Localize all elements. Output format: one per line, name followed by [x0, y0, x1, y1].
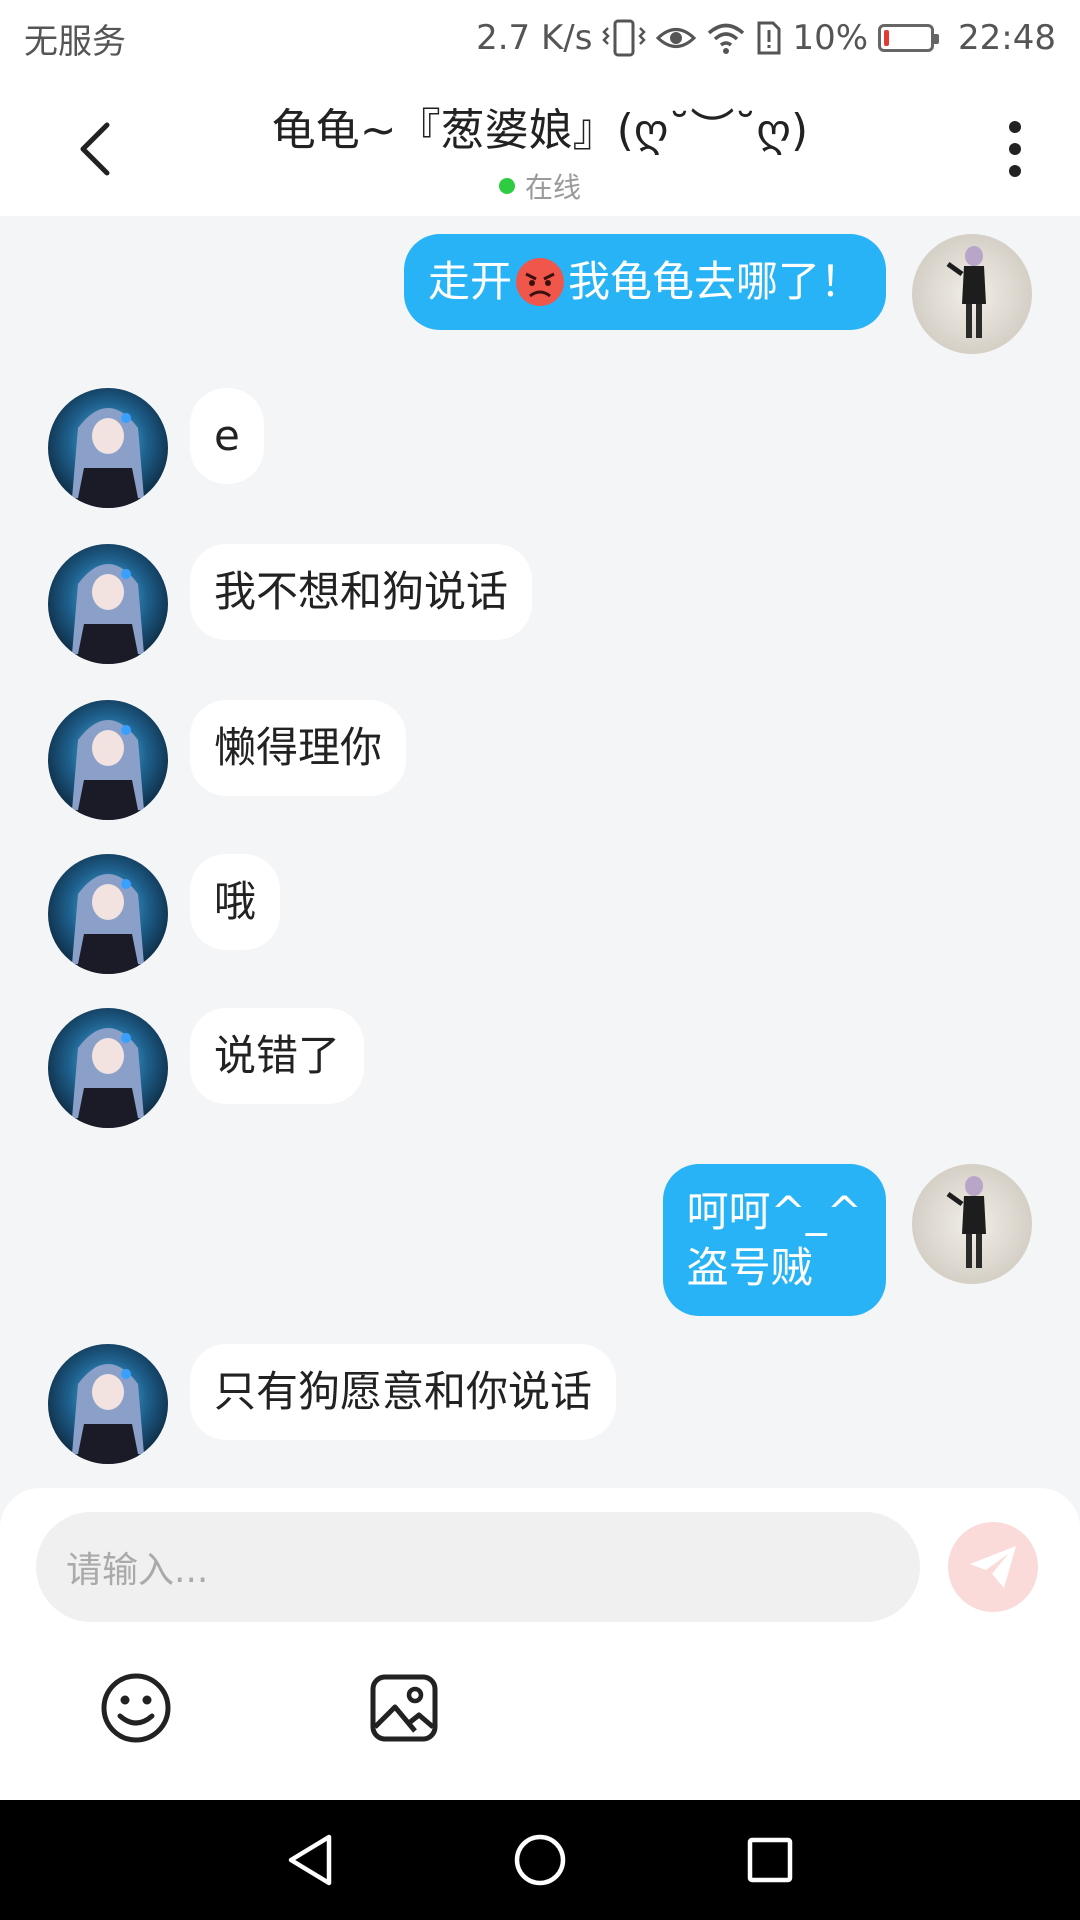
message-bubble[interactable]: 说错了 — [190, 1008, 365, 1104]
message-bubble[interactable]: 哦 — [190, 854, 281, 950]
message-outgoing[interactable]: 走开 我龟龟去哪了！ — [403, 234, 1032, 354]
wifi-icon — [706, 21, 746, 55]
message-incoming[interactable]: 懒得理你 — [48, 700, 407, 820]
message-bubble[interactable]: 我不想和狗说话 — [190, 544, 533, 640]
avatar[interactable] — [48, 1008, 168, 1128]
battery-level-fill — [884, 30, 890, 46]
angry-face-emoji-icon — [515, 257, 564, 306]
back-button[interactable] — [60, 114, 130, 184]
more-options-button[interactable] — [980, 114, 1050, 184]
message-incoming[interactable]: 说错了 — [48, 1008, 365, 1128]
message-incoming[interactable]: e — [48, 388, 264, 508]
message-bubble[interactable]: 呵呵^_^ 盗号贼 — [662, 1164, 886, 1316]
carrier-label: 无服务 — [24, 21, 126, 62]
clock: 22:48 — [958, 18, 1056, 58]
page-title: 龟龟~『葱婆娘』(ღ˘︶˘ღ) — [271, 105, 809, 156]
message-text: 走开 — [427, 257, 512, 306]
more-vertical-icon — [1009, 121, 1021, 177]
nav-home-button[interactable] — [510, 1830, 570, 1890]
avatar[interactable] — [48, 854, 168, 974]
send-icon — [970, 1546, 1016, 1588]
online-status-label: 在线 — [524, 171, 581, 204]
message-input[interactable]: 请输入... — [36, 1512, 920, 1622]
system-nav-bar — [0, 1800, 1080, 1920]
image-button[interactable] — [364, 1668, 444, 1748]
sim-alert-icon — [756, 20, 782, 56]
chevron-left-icon — [80, 122, 110, 176]
composer: 请输入... — [0, 1488, 1080, 1800]
message-bubble[interactable]: 懒得理你 — [190, 700, 407, 796]
status-icons: 2.7 K/s 10% 22:48 — [476, 18, 1056, 58]
eye-icon — [656, 23, 697, 53]
recents-square-icon — [747, 1837, 793, 1883]
avatar[interactable] — [48, 1344, 168, 1464]
message-bubble[interactable]: e — [190, 388, 264, 484]
chat-title-block: 龟龟~『葱婆娘』(ღ˘︶˘ღ) 在线 — [130, 94, 950, 206]
avatar[interactable] — [48, 388, 168, 508]
vibrate-icon — [602, 18, 647, 58]
message-text: 我龟龟去哪了！ — [567, 257, 862, 306]
home-circle-icon — [514, 1834, 566, 1886]
emoji-button[interactable] — [96, 1668, 176, 1748]
message-list[interactable]: 走开 我龟龟去哪了！ e 我不想和狗说话 懒得理你 哦 说错了 呵呵^_^ 盗号… — [0, 216, 1080, 1486]
nav-back-button[interactable] — [280, 1830, 340, 1890]
back-triangle-icon — [288, 1834, 332, 1886]
message-text-line: 呵呵^_^ — [686, 1187, 862, 1236]
message-bubble[interactable]: 走开 我龟龟去哪了！ — [403, 234, 886, 330]
avatar[interactable] — [912, 1164, 1032, 1284]
avatar[interactable] — [48, 700, 168, 820]
avatar[interactable] — [912, 234, 1032, 354]
message-bubble[interactable]: 只有狗愿意和你说话 — [190, 1344, 617, 1440]
chat-header: 龟龟~『葱婆娘』(ღ˘︶˘ღ) 在线 — [0, 76, 1080, 216]
network-speed: 2.7 K/s — [476, 18, 593, 58]
battery-percent: 10% — [792, 18, 869, 58]
online-status: 在线 — [130, 166, 950, 206]
message-text-line: 盗号贼 — [686, 1243, 813, 1292]
nav-recents-button[interactable] — [740, 1830, 800, 1890]
status-bar: 无服务 2.7 K/s 10% 22:48 — [0, 0, 1080, 76]
avatar[interactable] — [48, 544, 168, 664]
battery-icon — [878, 24, 940, 52]
message-incoming[interactable]: 哦 — [48, 854, 281, 974]
send-button[interactable] — [948, 1522, 1038, 1612]
image-icon — [370, 1674, 438, 1742]
online-dot-icon — [498, 178, 515, 194]
message-incoming[interactable]: 只有狗愿意和你说话 — [48, 1344, 617, 1464]
message-incoming[interactable]: 我不想和狗说话 — [48, 544, 533, 664]
message-outgoing[interactable]: 呵呵^_^ 盗号贼 — [662, 1164, 1032, 1316]
emoji-icon — [101, 1673, 171, 1743]
